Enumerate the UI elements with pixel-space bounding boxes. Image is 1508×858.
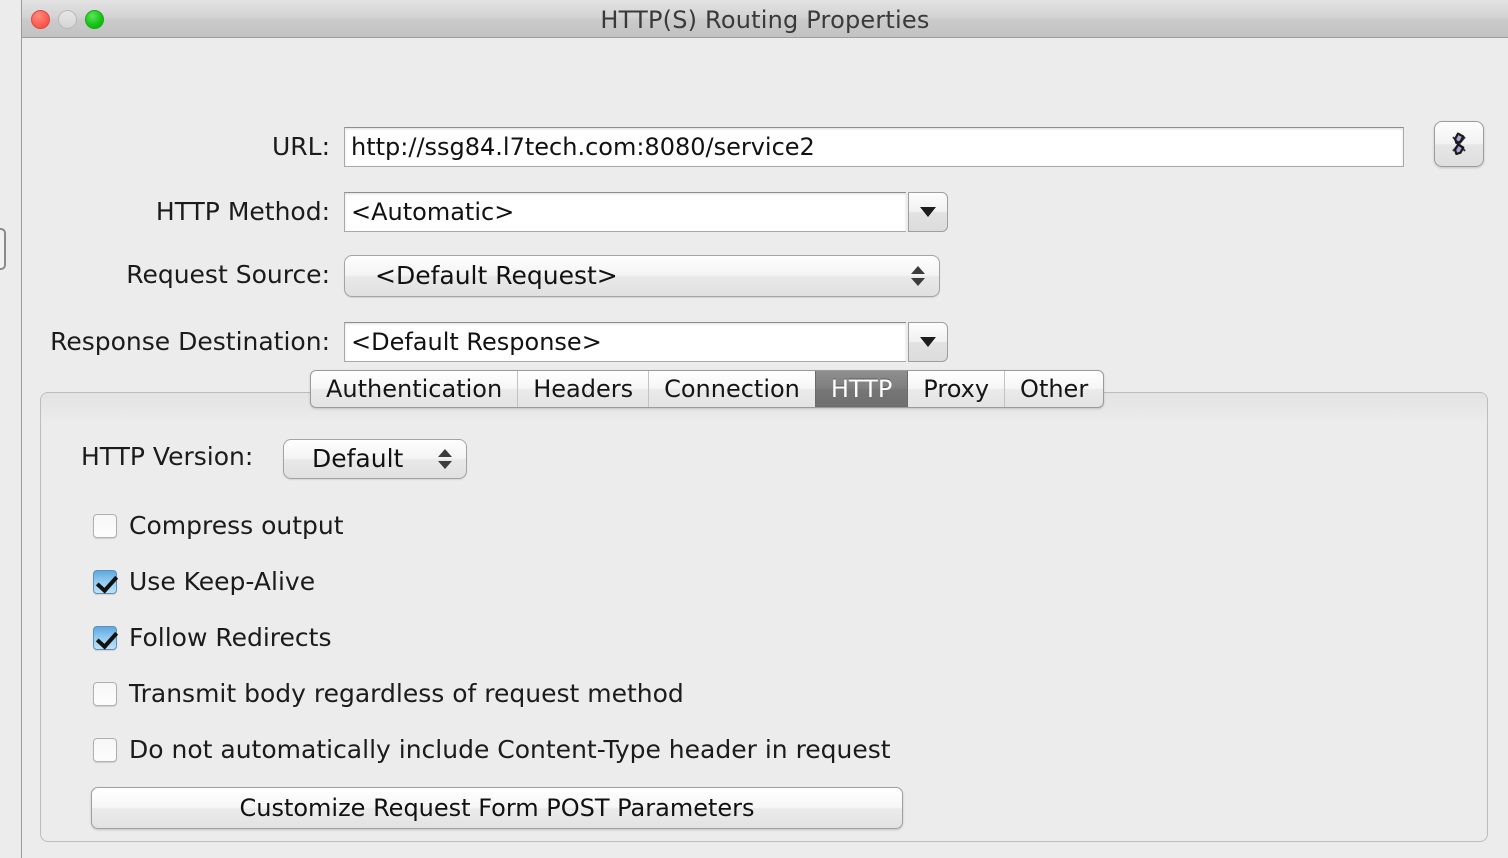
tab-other[interactable]: Other <box>1004 371 1103 407</box>
http-routing-properties-dialog: HTTP(S) Routing Properties URL: http://s… <box>22 0 1508 858</box>
tab-other-label: Other <box>1020 375 1089 403</box>
tab-connection-label: Connection <box>664 375 800 403</box>
http-tab-panel: HTTP Version: Default Compress output Us… <box>40 392 1488 842</box>
updown-arrows-icon <box>911 266 925 286</box>
background-window-sliver[interactable] <box>0 0 22 858</box>
response-destination-label: Response Destination: <box>50 327 330 356</box>
url-label: URL: <box>271 132 330 161</box>
response-destination-row: Response Destination: <Default Response> <box>22 322 1508 362</box>
checkbox-no-content-type-label: Do not automatically include Content-Typ… <box>129 735 891 764</box>
checkbox-transmit-body-box[interactable] <box>93 681 117 706</box>
checkbox-follow-redirects-label: Follow Redirects <box>129 623 332 652</box>
tab-http[interactable]: HTTP <box>814 371 908 407</box>
updown-arrows-icon <box>438 449 452 469</box>
checkbox-compress-output-box[interactable] <box>93 513 117 538</box>
titlebar[interactable]: HTTP(S) Routing Properties <box>22 0 1508 38</box>
checkbox-no-content-type-box[interactable] <box>93 737 117 762</box>
checkbox-follow-redirects[interactable]: Follow Redirects <box>93 623 332 652</box>
http-version-popup[interactable]: Default <box>283 439 467 479</box>
request-source-value: <Default Request> <box>375 261 618 290</box>
url-variable-button[interactable] <box>1434 121 1484 167</box>
checkbox-use-keep-alive[interactable]: Use Keep-Alive <box>93 567 315 596</box>
tab-http-label: HTTP <box>830 375 893 403</box>
http-version-label: HTTP Version: <box>81 442 254 471</box>
http-version-value: Default <box>312 444 404 473</box>
checkbox-use-keep-alive-box[interactable] <box>93 569 117 594</box>
tab-headers-label: Headers <box>533 375 634 403</box>
background-window-element[interactable] <box>0 228 6 270</box>
tab-bar: Authentication Headers Connection HTTP P… <box>310 370 1105 408</box>
chain-link-icon <box>1452 132 1466 156</box>
chevron-down-icon <box>920 207 936 217</box>
tab-proxy-label: Proxy <box>923 375 990 403</box>
request-source-popup[interactable]: <Default Request> <box>344 255 940 297</box>
url-input[interactable]: http://ssg84.l7tech.com:8080/service2 <box>344 127 1404 167</box>
tab-connection[interactable]: Connection <box>648 371 815 407</box>
chevron-down-icon <box>920 337 936 347</box>
response-destination-combobox[interactable]: <Default Response> <box>344 322 948 362</box>
request-source-label: Request Source: <box>126 260 330 289</box>
response-destination-value[interactable]: <Default Response> <box>344 322 906 362</box>
window-title: HTTP(S) Routing Properties <box>600 6 930 34</box>
http-method-dropdown-arrow[interactable] <box>908 192 948 232</box>
url-row: URL: http://ssg84.l7tech.com:8080/servic… <box>22 121 1508 167</box>
checkbox-transmit-body[interactable]: Transmit body regardless of request meth… <box>93 679 684 708</box>
http-method-value[interactable]: <Automatic> <box>344 192 906 232</box>
http-method-combobox[interactable]: <Automatic> <box>344 192 948 232</box>
tab-authentication[interactable]: Authentication <box>311 371 517 407</box>
response-destination-dropdown-arrow[interactable] <box>908 322 948 362</box>
http-method-row: HTTP Method: <Automatic> <box>22 192 1508 232</box>
screen: HTTP(S) Routing Properties URL: http://s… <box>0 0 1508 858</box>
checkbox-compress-output-label: Compress output <box>129 511 344 540</box>
checkbox-compress-output[interactable]: Compress output <box>93 511 344 540</box>
request-source-row: Request Source: <Default Request> <box>22 255 1508 297</box>
tab-headers[interactable]: Headers <box>517 371 648 407</box>
tab-proxy[interactable]: Proxy <box>907 371 1004 407</box>
routing-form: URL: http://ssg84.l7tech.com:8080/servic… <box>22 38 1508 362</box>
checkbox-no-content-type[interactable]: Do not automatically include Content-Typ… <box>93 735 891 764</box>
checkbox-use-keep-alive-label: Use Keep-Alive <box>129 567 316 596</box>
http-tab-content: HTTP Version: Default Compress output Us… <box>41 393 1487 841</box>
tab-authentication-label: Authentication <box>326 375 503 403</box>
customize-request-form-post-parameters-button[interactable]: Customize Request Form POST Parameters <box>91 787 903 829</box>
checkbox-follow-redirects-box[interactable] <box>93 625 117 650</box>
http-method-label: HTTP Method: <box>155 197 330 226</box>
checkbox-transmit-body-label: Transmit body regardless of request meth… <box>129 679 684 708</box>
